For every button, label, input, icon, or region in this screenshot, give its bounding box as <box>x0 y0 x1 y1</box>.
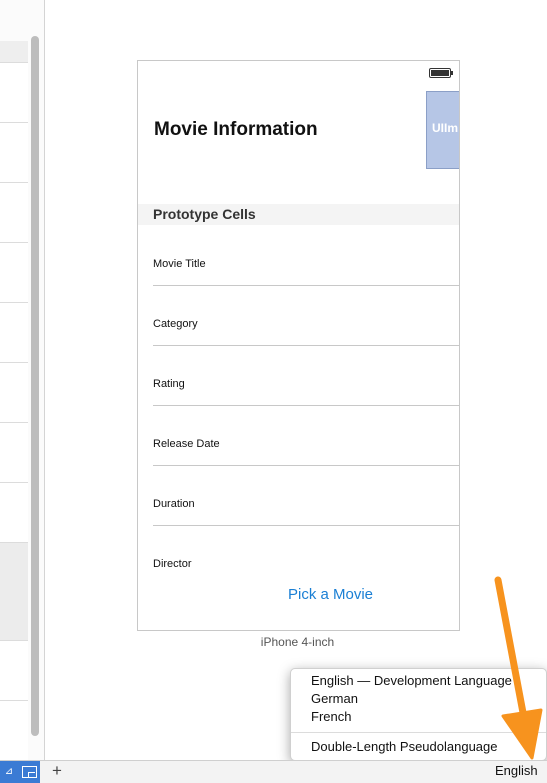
outline-scrollbar[interactable] <box>31 36 39 736</box>
outline-row[interactable] <box>0 183 28 243</box>
outline-header-row[interactable] <box>0 41 28 63</box>
table-cell-duration[interactable]: Duration <box>153 465 459 526</box>
cell-label: Release Date <box>153 438 220 450</box>
cell-label: Rating <box>153 378 185 390</box>
menu-item-french[interactable]: French <box>311 709 351 727</box>
pick-movie-button[interactable]: Pick a Movie <box>288 586 373 603</box>
table-cell-rating[interactable]: Rating <box>153 345 459 406</box>
section-header: Prototype Cells <box>138 204 459 225</box>
outline-row-selected[interactable] <box>0 543 28 641</box>
device-label: iPhone 4-inch <box>260 635 335 649</box>
outline-row[interactable] <box>0 303 28 363</box>
outline-row[interactable] <box>0 423 28 483</box>
outline-row[interactable] <box>0 641 28 701</box>
add-button[interactable]: + <box>52 761 62 781</box>
menu-item-double-length-pseudolanguage[interactable]: Double-Length Pseudolanguage <box>311 739 498 757</box>
battery-icon <box>429 68 453 78</box>
cell-label: Director <box>153 558 192 570</box>
cell-label: Duration <box>153 498 195 510</box>
cell-label: Movie Title <box>153 258 206 270</box>
menu-item-german[interactable]: German <box>311 691 358 709</box>
constraints-icon[interactable]: ⊿ <box>0 761 18 783</box>
table-cell-release-date[interactable]: Release Date <box>153 405 459 466</box>
section-header-label: Prototype Cells <box>153 206 256 222</box>
table-cell-director[interactable]: Director <box>153 525 459 585</box>
cell-label: Category <box>153 318 198 330</box>
outline-row[interactable] <box>0 483 28 543</box>
menu-separator <box>291 732 546 733</box>
outline-panel <box>0 0 45 761</box>
image-view[interactable]: UIIm <box>426 91 459 169</box>
outline-row[interactable] <box>0 701 28 761</box>
outline-row[interactable] <box>0 363 28 423</box>
language-selector[interactable]: English <box>495 763 538 778</box>
table-cell-category[interactable]: Category <box>153 285 459 346</box>
menu-item-english[interactable]: English — Development Language <box>311 673 512 691</box>
language-menu: English — Development Language German Fr… <box>290 668 547 761</box>
size-class-icon[interactable] <box>18 761 40 783</box>
outline-row[interactable] <box>0 243 28 303</box>
outline-row[interactable] <box>0 123 28 183</box>
bottom-bar: ⊿ + English <box>0 760 547 783</box>
outline-row[interactable] <box>0 63 28 123</box>
header-title: Movie Information <box>154 119 318 140</box>
table-cell-movie-title[interactable]: Movie Title <box>153 225 459 286</box>
iphone-scene[interactable]: Movie Information UIIm Prototype Cells M… <box>137 60 460 631</box>
image-view-label: UIIm <box>432 121 459 135</box>
